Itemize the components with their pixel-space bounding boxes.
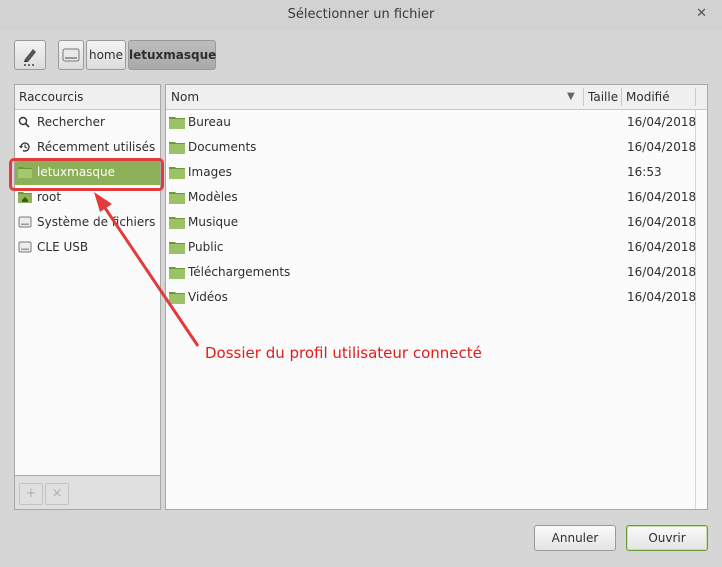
- file-name: Téléchargements: [188, 265, 291, 279]
- list-item[interactable]: Documents 16/04/2018: [166, 135, 707, 160]
- sidebar-item-label: CLE USB: [37, 240, 89, 254]
- recent-icon: [19, 142, 30, 152]
- file-modified: 16/04/2018: [627, 240, 697, 254]
- drive-icon: [62, 48, 80, 62]
- sidebar-item-usb[interactable]: CLE USB: [15, 235, 160, 260]
- sort-descending-icon: ▼: [567, 91, 575, 102]
- file-modified: 16/04/2018: [627, 265, 697, 279]
- sidebar-item-label: Système de fichiers: [37, 215, 156, 229]
- list-item[interactable]: Public 16/04/2018: [166, 235, 707, 260]
- file-chooser-dialog: Sélectionner un fichier ✕ home letuxmasq…: [0, 0, 722, 567]
- folder-icon: [169, 142, 185, 154]
- open-button[interactable]: Ouvrir: [626, 525, 708, 551]
- file-modified: 16/04/2018: [627, 140, 697, 154]
- list-item[interactable]: Modèles 16/04/2018: [166, 185, 707, 210]
- file-modified: 16:53: [627, 165, 662, 179]
- file-name: Vidéos: [188, 290, 228, 304]
- file-name: Images: [188, 165, 232, 179]
- file-name: Musique: [188, 215, 239, 229]
- file-modified: 16/04/2018: [627, 190, 697, 204]
- list-item[interactable]: Images 16:53: [166, 160, 707, 185]
- folder-icon: [169, 242, 185, 254]
- list-item[interactable]: Bureau 16/04/2018: [166, 110, 707, 135]
- close-icon[interactable]: ✕: [696, 6, 707, 21]
- annotation-highlight-box: [9, 158, 164, 191]
- dialog-title: Sélectionner un fichier: [287, 7, 435, 22]
- column-separator: [583, 88, 584, 106]
- sidebar-item-filesystem[interactable]: Système de fichiers: [15, 210, 160, 235]
- file-name: Documents: [188, 140, 257, 154]
- remove-bookmark-button[interactable]: ×: [45, 483, 69, 505]
- list-item[interactable]: Vidéos 16/04/2018: [166, 285, 707, 310]
- list-header: Nom ▼ Taille Modifié: [166, 85, 707, 110]
- column-header-size[interactable]: Taille: [588, 85, 618, 109]
- folder-icon: [169, 167, 185, 179]
- places-sidebar: Raccourcis Rechercher Récemment utilisés…: [14, 84, 161, 476]
- folder-icon: [169, 117, 185, 129]
- list-item[interactable]: Musique 16/04/2018: [166, 210, 707, 235]
- folder-icon: [169, 267, 185, 279]
- breadcrumb-current-button[interactable]: letuxmasque: [128, 40, 216, 70]
- sidebar-item-label: Récemment utilisés: [37, 140, 156, 154]
- drive-icon: [18, 216, 32, 228]
- sidebar-item-label: Rechercher: [37, 115, 105, 129]
- add-bookmark-button[interactable]: +: [19, 483, 43, 505]
- column-separator: [621, 88, 622, 106]
- title-bar: Sélectionner un fichier ✕: [0, 0, 722, 30]
- folder-icon: [169, 217, 185, 229]
- file-modified: 16/04/2018: [627, 290, 697, 304]
- search-icon: [18, 116, 30, 128]
- sidebar-item-recent[interactable]: Récemment utilisés: [15, 135, 160, 160]
- type-location-button[interactable]: [14, 40, 46, 70]
- folder-icon: [169, 292, 185, 304]
- cancel-button[interactable]: Annuler: [534, 525, 616, 551]
- breadcrumb-root-button[interactable]: [58, 40, 84, 70]
- sidebar-item-label: root: [37, 190, 62, 204]
- breadcrumb-home-button[interactable]: home: [86, 40, 126, 70]
- sidebar-item-search[interactable]: Rechercher: [15, 110, 160, 135]
- folder-icon: [169, 192, 185, 204]
- column-separator: [695, 88, 696, 106]
- file-list: Nom ▼ Taille Modifié Bureau 16/04/2018 D…: [165, 84, 708, 510]
- file-name: Modèles: [188, 190, 238, 204]
- sidebar-header: Raccourcis: [15, 85, 160, 110]
- sidebar-button-bar: + ×: [14, 476, 161, 510]
- annotation-text: Dossier du profil utilisateur connecté: [205, 344, 482, 362]
- file-modified: 16/04/2018: [627, 215, 697, 229]
- column-header-name[interactable]: Nom: [171, 85, 199, 109]
- file-name: Bureau: [188, 115, 231, 129]
- list-item[interactable]: Téléchargements 16/04/2018: [166, 260, 707, 285]
- file-name: Public: [188, 240, 224, 254]
- column-header-modified[interactable]: Modifié: [626, 85, 670, 109]
- pencil-icon: [24, 49, 36, 66]
- usb-drive-icon: [18, 241, 32, 253]
- home-folder-icon: [18, 192, 32, 203]
- file-modified: 16/04/2018: [627, 115, 697, 129]
